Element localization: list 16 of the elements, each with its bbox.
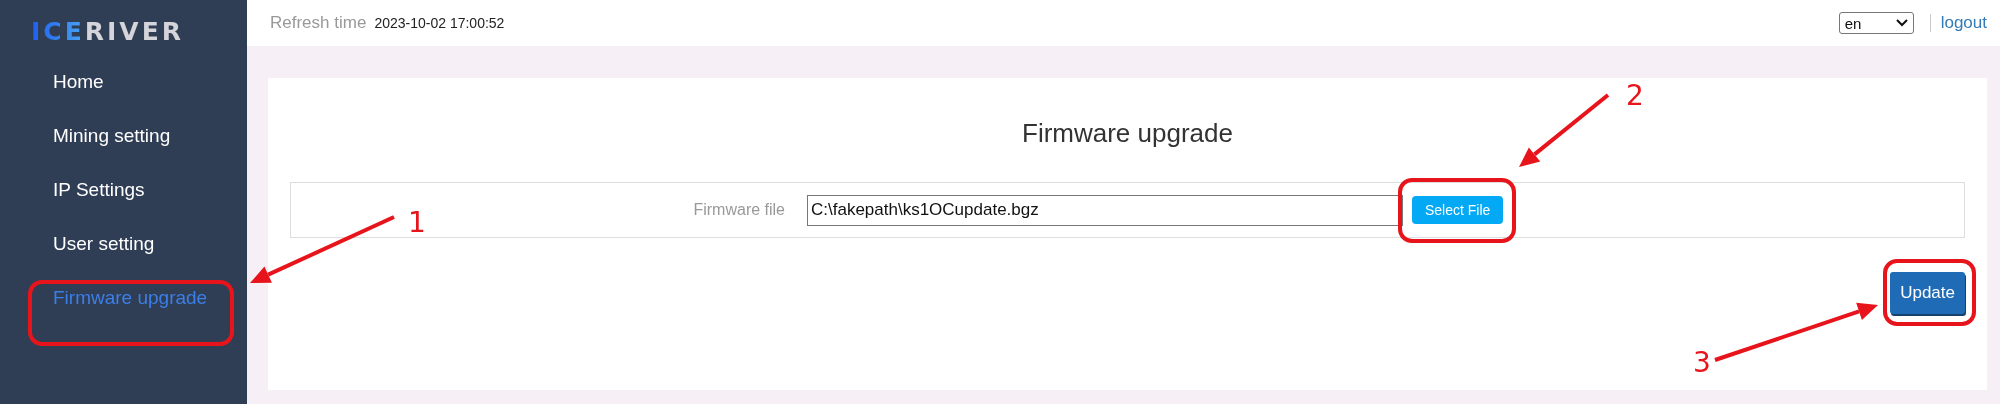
sidebar-item[interactable]: Mining setting [53, 125, 171, 147]
update-button[interactable]: Update [1890, 272, 1965, 314]
refresh-label: Refresh time [270, 13, 367, 33]
sidebar-item[interactable]: User setting [53, 233, 155, 255]
input-field[interactable]: C:\fakepath\ks1OCupdate.bgz [807, 194, 1403, 226]
logout-link[interactable]: logout [1940, 13, 1987, 33]
language-select[interactable]: en [1838, 12, 1914, 34]
sidebar-item[interactable]: IP Settings [53, 179, 145, 201]
chevron-down-icon [1895, 19, 1908, 27]
step-number: 1 [408, 206, 426, 239]
field-label: Firmware file [692, 201, 785, 219]
step-number: 3 [1693, 346, 1711, 379]
page-title: Firmware upgrade [1021, 118, 1234, 148]
refresh-time: 2023-10-02 17:00:52 [374, 15, 505, 31]
step-number: 2 [1626, 79, 1644, 112]
sidebar-item[interactable]: Home [53, 71, 104, 93]
